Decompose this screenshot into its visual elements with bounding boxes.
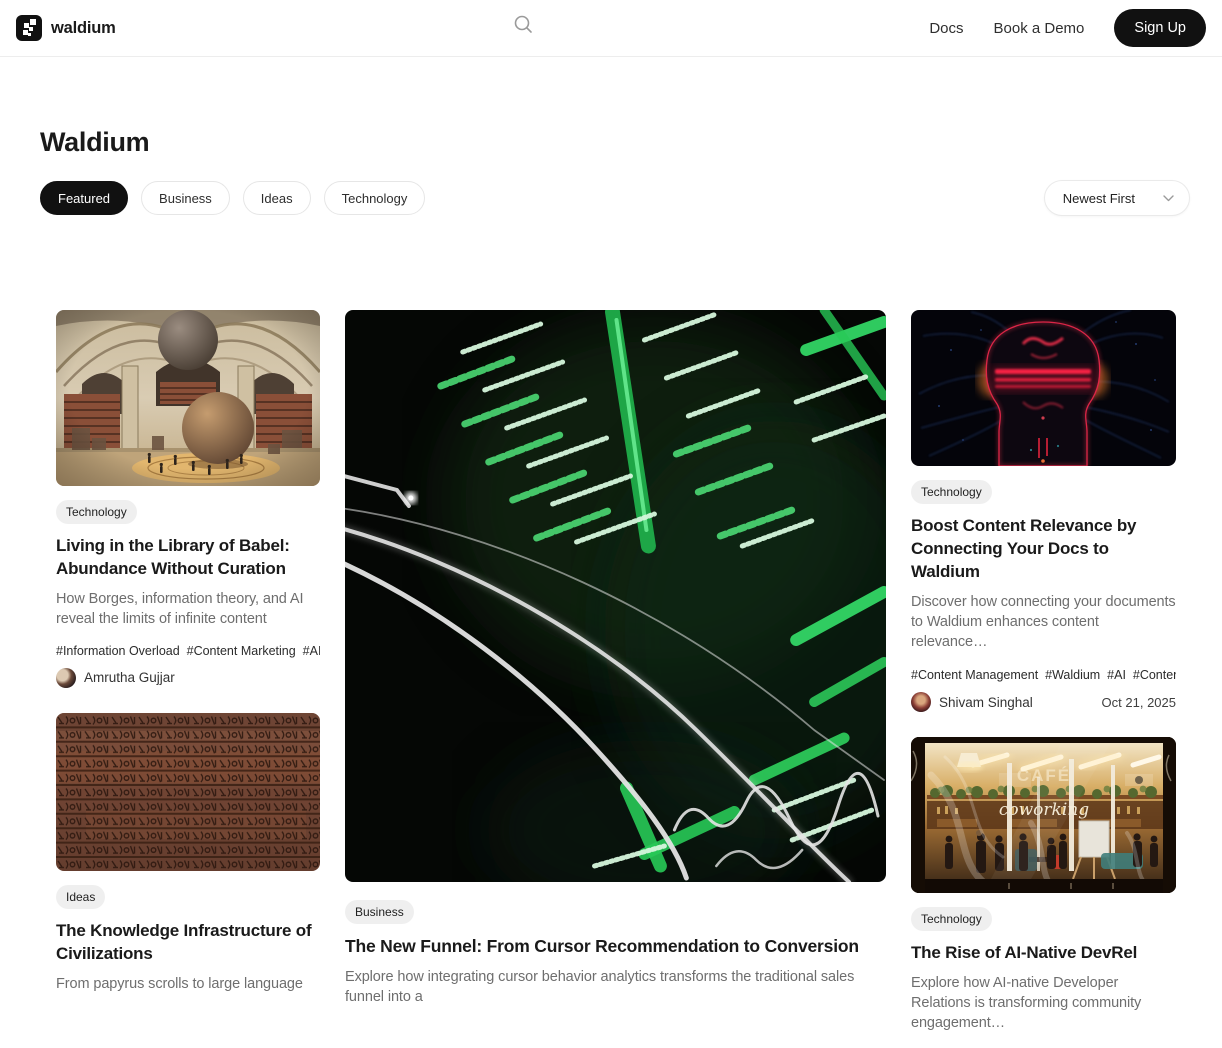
article-byline: Amrutha Gujjar — [56, 668, 320, 688]
category-tabs: Featured Business Ideas Technology — [40, 181, 425, 215]
article-title[interactable]: The Rise of AI-Native DevRel — [911, 941, 1176, 964]
category-badge: Technology — [911, 480, 992, 504]
category-badge: Ideas — [56, 885, 105, 909]
category-badge: Technology — [911, 907, 992, 931]
tab-ideas[interactable]: Ideas — [243, 181, 311, 215]
waldium-logo-icon — [16, 15, 42, 41]
article-hashtags: #Content Management #Waldium #AI #Conten… — [911, 668, 1176, 682]
article-card[interactable]: Technology Living in the Library of Babe… — [56, 310, 320, 688]
tab-business[interactable]: Business — [141, 181, 230, 215]
brand-name: waldium — [51, 19, 116, 38]
author-name: Amrutha Gujjar — [84, 670, 175, 685]
article-grid: Technology Living in the Library of Babe… — [0, 310, 1222, 1048]
search-button[interactable] — [511, 12, 535, 36]
article-card[interactable]: Business The New Funnel: From Cursor Rec… — [345, 310, 886, 1022]
article-title[interactable]: The Knowledge Infrastructure of Civiliza… — [56, 919, 320, 965]
category-badge: Business — [345, 900, 414, 924]
author-avatar — [911, 692, 931, 712]
page-title: Waldium — [40, 127, 1190, 158]
article-card[interactable]: Technology Boost Content Relevance by Co… — [911, 310, 1176, 712]
page-header: Waldium Featured Business Ideas Technolo… — [0, 127, 1222, 216]
article-title[interactable]: The New Funnel: From Cursor Recommendati… — [345, 935, 886, 958]
article-title[interactable]: Living in the Library of Babel: Abundanc… — [56, 534, 320, 580]
article-description: Explore how integrating cursor behavior … — [345, 967, 886, 1007]
article-description: How Borges, information theory, and AI r… — [56, 589, 320, 629]
sort-dropdown[interactable]: Newest First — [1044, 180, 1190, 216]
article-image-neon-head[interactable] — [911, 310, 1176, 466]
sort-value: Newest First — [1063, 191, 1135, 206]
article-byline: Shivam Singhal Oct 21, 2025 — [911, 692, 1176, 712]
article-card[interactable]: Ideas The Knowledge Infrastructure of Ci… — [56, 713, 320, 1009]
category-badge: Technology — [56, 500, 137, 524]
nav-links: Docs Book a Demo Sign Up — [929, 9, 1206, 47]
column-left: Technology Living in the Library of Babe… — [56, 310, 320, 1008]
tab-featured[interactable]: Featured — [40, 181, 128, 215]
article-image-coworking-cafe[interactable]: CAFÉ — [911, 737, 1176, 893]
article-image-library-of-babel[interactable] — [56, 310, 320, 486]
author-avatar — [56, 668, 76, 688]
column-middle: Business The New Funnel: From Cursor Rec… — [345, 310, 886, 1022]
search-icon — [511, 12, 535, 36]
article-title[interactable]: Boost Content Relevance by Connecting Yo… — [911, 514, 1176, 583]
brand-logo[interactable]: waldium — [16, 15, 116, 41]
top-navbar: waldium Docs Book a Demo Sign Up — [0, 0, 1222, 57]
nav-link-book-a-demo[interactable]: Book a Demo — [994, 20, 1085, 37]
article-image-hieroglyphs[interactable] — [56, 713, 320, 871]
chevron-down-icon — [1163, 195, 1174, 202]
author-name: Shivam Singhal — [939, 695, 1033, 710]
article-card[interactable]: CAFÉ — [911, 737, 1176, 1048]
filter-row: Featured Business Ideas Technology Newes… — [40, 180, 1190, 216]
article-image-light-trails[interactable] — [345, 310, 886, 882]
article-description: Explore how AI-native Developer Relation… — [911, 973, 1176, 1033]
article-description: Discover how connecting your documents t… — [911, 592, 1176, 652]
tab-technology[interactable]: Technology — [324, 181, 426, 215]
article-hashtags: #Information Overload #Content Marketing… — [56, 644, 320, 658]
article-date: Oct 21, 2025 — [1102, 695, 1176, 710]
sign-up-button[interactable]: Sign Up — [1114, 9, 1206, 47]
column-right: Technology Boost Content Relevance by Co… — [911, 310, 1176, 1048]
nav-link-docs[interactable]: Docs — [929, 20, 963, 37]
